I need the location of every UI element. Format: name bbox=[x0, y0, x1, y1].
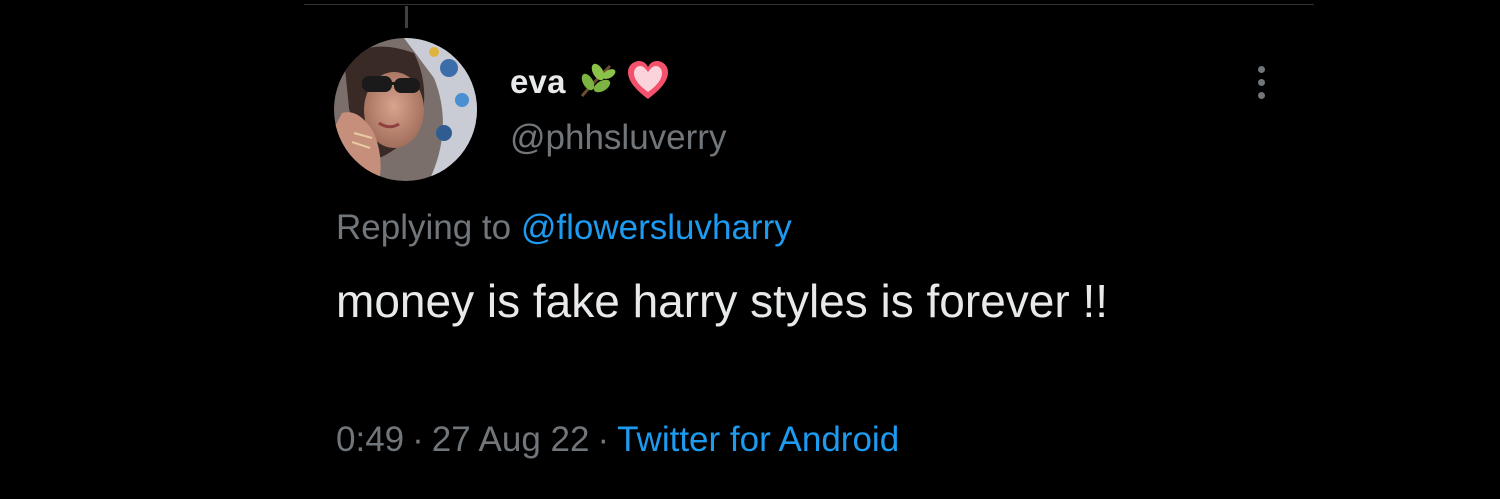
tweet-date[interactable]: 27 Aug 22 bbox=[432, 420, 590, 459]
meta-separator: · bbox=[597, 420, 610, 459]
tweet-time[interactable]: 0:49 bbox=[336, 420, 404, 459]
reply-context: Replying to @flowersluvharry bbox=[336, 208, 792, 248]
reply-to-mention-link[interactable]: @flowersluvharry bbox=[521, 208, 792, 247]
herb-icon bbox=[576, 60, 616, 105]
avatar[interactable] bbox=[334, 38, 477, 181]
more-dot-icon bbox=[1257, 78, 1265, 86]
tweet-source-link[interactable]: Twitter for Android bbox=[617, 420, 899, 459]
meta-separator: · bbox=[412, 420, 424, 459]
top-divider bbox=[304, 4, 1314, 5]
tweet-text: money is fake harry styles is forever !! bbox=[336, 275, 1109, 327]
more-dot-icon bbox=[1257, 65, 1265, 73]
avatar-image bbox=[334, 38, 477, 181]
display-name-row: eva bbox=[510, 60, 670, 104]
heart-icon bbox=[626, 59, 670, 106]
tweet-metadata: 0:49 · 27 Aug 22 · Twitter for Android bbox=[336, 420, 899, 460]
display-name[interactable]: eva bbox=[510, 63, 566, 101]
reply-prefix: Replying to bbox=[336, 208, 512, 247]
more-options-button[interactable] bbox=[1248, 60, 1274, 104]
thread-connector-line bbox=[405, 6, 408, 28]
user-handle[interactable]: @phhsluverry bbox=[510, 118, 726, 158]
more-dot-icon bbox=[1257, 91, 1265, 99]
